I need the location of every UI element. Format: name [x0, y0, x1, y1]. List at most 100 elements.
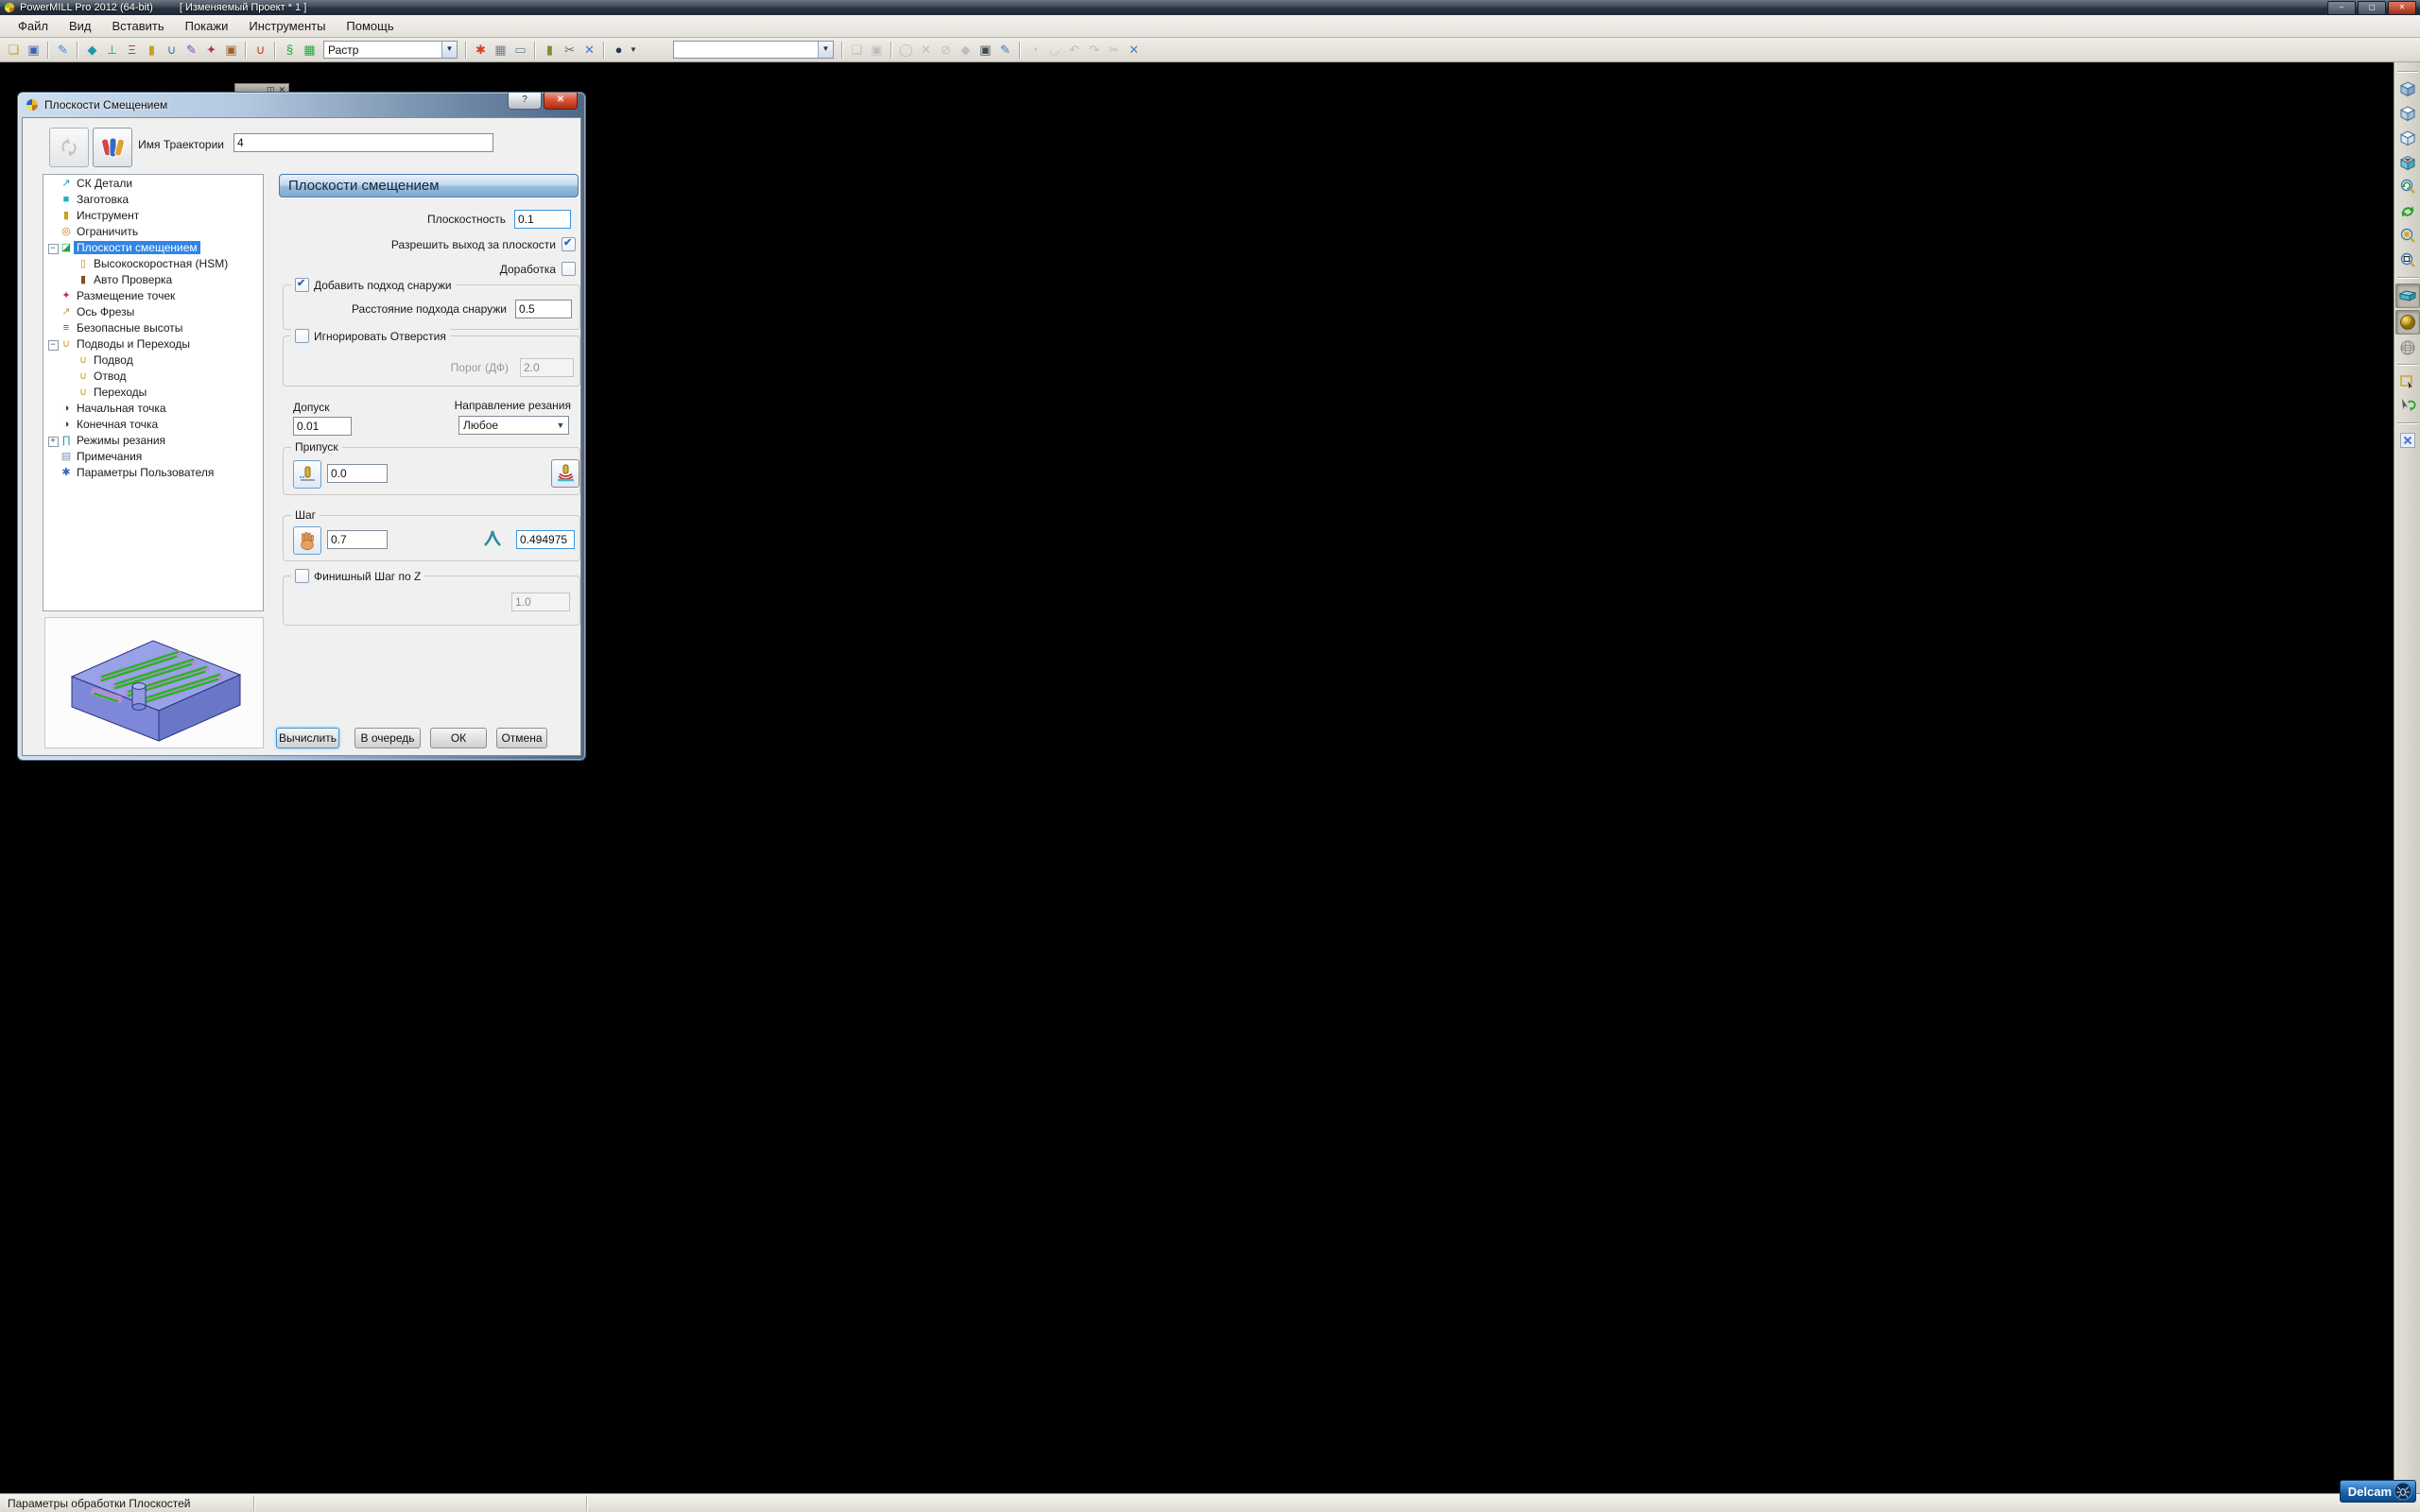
simulate-tool-icon[interactable]: ▮ — [540, 41, 560, 60]
view-down-z-icon[interactable] — [2396, 151, 2419, 174]
curve-clip-icon[interactable]: ⊘ — [936, 41, 956, 60]
approach-checkbox[interactable] — [295, 278, 309, 292]
final-z-checkbox[interactable] — [295, 569, 309, 583]
thickness-input[interactable] — [327, 464, 388, 483]
tree-item-start-point[interactable]: ◑Начальная точка — [43, 400, 263, 416]
menu-item-2[interactable]: Вставить — [102, 17, 175, 35]
shaded-view-icon[interactable] — [2395, 310, 2420, 335]
allow-exit-checkbox[interactable] — [562, 237, 576, 251]
dialog-title-bar[interactable]: Плоскости Смещением ? ✕ — [18, 93, 585, 117]
tree-item-hsm[interactable]: ▯Высокоскоростная (HSM) — [43, 255, 263, 271]
secondary-combo[interactable]: ▼ — [673, 41, 834, 59]
ok-button[interactable]: ОК — [430, 728, 487, 748]
approach-distance-input[interactable] — [515, 300, 572, 318]
tree-item-offset-flats[interactable]: −◪Плоскости смещением — [43, 239, 263, 255]
tree-item-end-point[interactable]: ◑Конечная точка — [43, 416, 263, 432]
curve-circle-icon[interactable]: ◯ — [896, 41, 916, 60]
zoom-window-icon[interactable] — [2396, 249, 2419, 272]
tree-item-notes[interactable]: ▤Примечания — [43, 448, 263, 464]
open-2-icon[interactable]: ❏ — [847, 41, 867, 60]
curve-boundary-icon[interactable]: ▣ — [976, 41, 995, 60]
curve-poly-icon[interactable]: ◆ — [956, 41, 976, 60]
menu-item-5[interactable]: Помощь — [336, 17, 404, 35]
view-cube-front-icon[interactable] — [2396, 102, 2419, 125]
tree-item-csys[interactable]: ↗СК Детали — [43, 175, 263, 191]
cancel-button[interactable]: Отмена — [496, 728, 547, 748]
open-project-icon[interactable]: ❏ — [4, 41, 24, 60]
minimize-button[interactable]: – — [2327, 1, 2356, 15]
block-icon[interactable]: ◆ — [82, 41, 102, 60]
wireframe-view-icon[interactable] — [2396, 336, 2419, 359]
cut-icon[interactable]: ✂ — [1104, 41, 1124, 60]
stepover-manual-button[interactable] — [293, 526, 321, 555]
view-cube-iso-icon[interactable] — [2396, 77, 2419, 100]
toolpath-icon[interactable]: Ξ — [122, 41, 142, 60]
stepover-input[interactable] — [327, 530, 388, 549]
tree-item-links[interactable]: ∪Переходы — [43, 384, 263, 400]
collision-check-icon[interactable]: ✱ — [471, 41, 491, 60]
arc-2-icon[interactable]: ◡ — [1045, 41, 1064, 60]
surface-thickness-button[interactable] — [551, 459, 579, 488]
thickness-mode-button[interactable] — [293, 460, 321, 489]
dialog-help-button[interactable]: ? — [508, 93, 542, 110]
close-x-icon[interactable]: ✕ — [1124, 41, 1144, 60]
dialog-close-button[interactable]: ✕ — [544, 93, 578, 110]
rework-checkbox[interactable] — [562, 262, 576, 276]
strategy-combo[interactable]: Растр▼ — [323, 41, 458, 59]
collapse-icon[interactable]: − — [48, 340, 59, 351]
workplane-icon[interactable]: ⊥ — [102, 41, 122, 60]
tree-item-tool-axis[interactable]: ↗Ось Фрезы — [43, 303, 263, 319]
zoom-fit-icon[interactable] — [2396, 225, 2419, 248]
feature-set-icon[interactable]: ▣ — [221, 41, 241, 60]
tree-item-feeds[interactable]: +∏Режимы резания — [43, 432, 263, 448]
points-icon[interactable]: ✦ — [201, 41, 221, 60]
tree-item-user-params[interactable]: ✱Параметры Пользователя — [43, 464, 263, 480]
tree-item-limit[interactable]: ◎Ограничить — [43, 223, 263, 239]
menu-item-0[interactable]: Файл — [8, 17, 59, 35]
menu-item-4[interactable]: Инструменты — [238, 17, 336, 35]
close-panel-icon[interactable] — [2396, 429, 2419, 452]
calculate-button[interactable]: Вычислить — [276, 728, 339, 748]
arc-1-icon[interactable]: ◔ — [1025, 41, 1045, 60]
curve-edit-icon[interactable]: ✎ — [995, 41, 1015, 60]
refresh-icon[interactable] — [2396, 200, 2419, 223]
tree-item-tool[interactable]: ▮Инструмент — [43, 207, 263, 223]
recycle-toolpath-button[interactable] — [49, 128, 89, 167]
stepover-dc-input[interactable] — [516, 530, 575, 549]
shade-mode-icon[interactable]: ● — [609, 41, 629, 60]
tree-item-safe-heights[interactable]: ≡Безопасные высоты — [43, 319, 263, 335]
curve-cross-icon[interactable]: ✕ — [916, 41, 936, 60]
tree-item-lead-in[interactable]: ∪Подвод — [43, 352, 263, 368]
direction-combo[interactable]: Любое ▼ — [458, 416, 569, 435]
collapse-icon[interactable]: − — [48, 244, 59, 254]
redo-icon[interactable]: ↷ — [1084, 41, 1104, 60]
undo-icon[interactable]: ↶ — [1064, 41, 1084, 60]
nc-program-icon[interactable]: § — [280, 41, 300, 60]
tool-icon[interactable]: ▮ — [142, 41, 162, 60]
close-button[interactable]: ✕ — [2388, 1, 2416, 15]
simulate-stop-icon[interactable]: ✕ — [579, 41, 599, 60]
tree-item-point-distribution[interactable]: ✦Размещение точек — [43, 287, 263, 303]
queue-button[interactable]: В очередь — [354, 728, 421, 748]
maximize-button[interactable]: ▢ — [2358, 1, 2386, 15]
simulate-cut-icon[interactable]: ✂ — [560, 41, 579, 60]
tree-item-leads-links[interactable]: −∪Подводы и Переходы — [43, 335, 263, 352]
strategy-raster-icon[interactable]: ▦ — [300, 41, 320, 60]
block-display-icon[interactable] — [2395, 284, 2420, 308]
select-box-icon[interactable] — [2396, 370, 2419, 393]
menu-item-3[interactable]: Покажи — [175, 17, 239, 35]
trajectory-name-input[interactable] — [233, 133, 493, 152]
menu-item-1[interactable]: Вид — [59, 17, 102, 35]
flatness-input[interactable] — [514, 210, 571, 229]
save-2-icon[interactable]: ▣ — [867, 41, 887, 60]
tree-item-lead-out[interactable]: ∪Отвод — [43, 368, 263, 384]
zoom-previous-icon[interactable] — [2396, 176, 2419, 198]
expand-icon[interactable]: + — [48, 437, 59, 447]
ignore-holes-checkbox[interactable] — [295, 329, 309, 343]
pattern-icon[interactable]: ✎ — [182, 41, 201, 60]
tool-holder-icon[interactable]: ∪ — [251, 41, 270, 60]
deselect-undo-icon[interactable] — [2396, 395, 2419, 418]
machine-icon[interactable]: ▭ — [510, 41, 530, 60]
calculator-icon[interactable]: ▦ — [491, 41, 510, 60]
view-cube-top-icon[interactable] — [2396, 127, 2419, 149]
